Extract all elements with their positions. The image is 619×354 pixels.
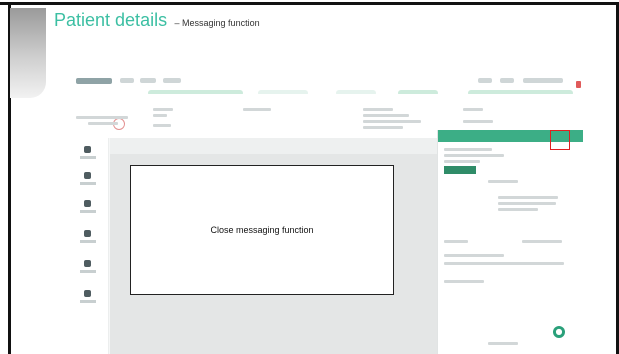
- message-text: [498, 202, 556, 205]
- sidebar-label: [80, 156, 96, 159]
- app-logo: [76, 78, 112, 84]
- detail-value: [153, 124, 171, 127]
- content-toolbar: [110, 138, 437, 154]
- close-messaging-highlight[interactable]: [550, 130, 570, 150]
- message-text: [444, 148, 492, 151]
- home-icon[interactable]: [84, 146, 91, 153]
- nav-item[interactable]: [478, 78, 492, 83]
- nav-item[interactable]: [163, 78, 181, 83]
- message-meta: [522, 240, 562, 243]
- sidebar-label: [80, 270, 96, 273]
- app-sidebar: [68, 138, 109, 354]
- message-meta: [488, 342, 518, 345]
- nav-item[interactable]: [120, 78, 134, 83]
- nav-item[interactable]: [500, 78, 514, 83]
- people-icon[interactable]: [84, 200, 91, 207]
- slide-border-top: [0, 2, 619, 5]
- message-sender: [444, 240, 468, 243]
- detail-label: [153, 108, 173, 111]
- patient-name: [76, 116, 128, 119]
- message-text: [498, 196, 558, 199]
- sidebar-label: [80, 182, 96, 185]
- slide-title-main: Patient details: [54, 10, 168, 30]
- grid-icon[interactable]: [84, 230, 91, 237]
- sidebar-label: [80, 240, 96, 243]
- instruction-text: Close messaging function: [210, 225, 314, 235]
- formatting-toolbar[interactable]: [444, 254, 504, 257]
- notification-badge[interactable]: [576, 81, 581, 88]
- app-header: [68, 72, 582, 96]
- message-text: [444, 154, 504, 157]
- calendar-icon[interactable]: [84, 172, 91, 179]
- detail-value: [363, 114, 409, 117]
- decorative-gradient-tab: [10, 8, 46, 98]
- tutorial-slide: Patient details – Messaging function ● C…: [0, 0, 619, 354]
- message-text: [498, 208, 538, 211]
- detail-value: [363, 126, 403, 129]
- detail-label: [463, 108, 483, 111]
- detail-label: [363, 108, 393, 111]
- instruction-callout: Close messaging function: [130, 165, 394, 295]
- detail-label: [243, 108, 271, 111]
- message-text: [444, 160, 480, 163]
- chat-icon[interactable]: ●: [553, 326, 565, 338]
- messaging-panel: [437, 130, 583, 354]
- slide-title-subtitle: – Messaging function: [174, 18, 260, 28]
- message-input[interactable]: [444, 280, 484, 283]
- sidebar-label: [80, 300, 96, 303]
- slide-title: Patient details – Messaging function: [54, 10, 260, 31]
- settings-icon[interactable]: [84, 290, 91, 297]
- formatting-toolbar[interactable]: [444, 262, 564, 265]
- user-menu[interactable]: [523, 78, 563, 83]
- detail-value: [153, 114, 167, 117]
- message-meta: [488, 180, 518, 183]
- nav-item[interactable]: [140, 78, 156, 83]
- detail-value: [363, 120, 421, 123]
- patient-id: [88, 122, 118, 125]
- folder-icon[interactable]: [84, 260, 91, 267]
- message-tag[interactable]: [444, 166, 476, 174]
- sidebar-label: [80, 210, 96, 213]
- detail-value: [463, 120, 493, 123]
